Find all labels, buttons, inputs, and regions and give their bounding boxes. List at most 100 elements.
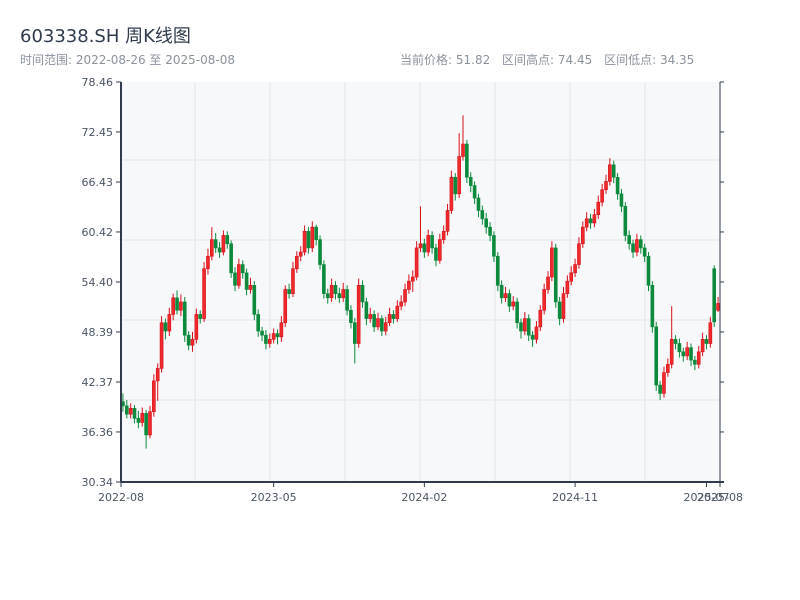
candle-down bbox=[333, 285, 338, 294]
candle-down bbox=[623, 206, 628, 236]
candle-down bbox=[492, 235, 496, 257]
candle-down bbox=[434, 247, 438, 261]
candle-up bbox=[565, 280, 570, 294]
candle-up bbox=[685, 347, 689, 357]
candle-up bbox=[438, 239, 442, 261]
candle-down bbox=[175, 297, 179, 311]
candle-down bbox=[353, 322, 357, 344]
candle-down bbox=[530, 334, 535, 340]
candle-down bbox=[677, 343, 682, 353]
candle-up bbox=[666, 363, 670, 373]
candle-down bbox=[186, 334, 191, 346]
candle-up bbox=[171, 297, 175, 315]
candle-up bbox=[407, 280, 411, 290]
candle-up bbox=[210, 239, 214, 257]
candle-up bbox=[128, 408, 133, 415]
candle-up bbox=[577, 243, 581, 265]
candle-down bbox=[124, 405, 129, 415]
candle-down bbox=[526, 318, 531, 336]
candle-down bbox=[252, 285, 257, 315]
candle-down bbox=[144, 413, 148, 436]
candle-down bbox=[499, 285, 504, 299]
candle-up bbox=[194, 314, 199, 340]
candle-up bbox=[387, 314, 392, 324]
candle-down bbox=[515, 301, 519, 324]
candle-down bbox=[256, 314, 260, 332]
candle-up bbox=[376, 318, 380, 328]
y-tick-label: 72.45 bbox=[82, 126, 114, 139]
candle-down bbox=[287, 289, 291, 294]
candle-up bbox=[449, 176, 454, 211]
candle-up bbox=[190, 339, 195, 346]
candle-up bbox=[708, 322, 713, 344]
candle-up bbox=[662, 372, 666, 394]
candle-up bbox=[635, 239, 639, 253]
candle-down bbox=[507, 293, 512, 307]
candle-down bbox=[360, 285, 365, 303]
candle-up bbox=[356, 285, 361, 344]
candle-up bbox=[716, 303, 720, 311]
candle-down bbox=[240, 264, 245, 274]
candle-down bbox=[638, 239, 643, 249]
candle-down bbox=[372, 314, 376, 328]
candle-up bbox=[542, 289, 546, 311]
candle-up bbox=[700, 339, 705, 353]
candle-down bbox=[229, 243, 233, 274]
candle-up bbox=[283, 289, 288, 324]
candle-up bbox=[221, 235, 226, 253]
candle-down bbox=[689, 347, 693, 361]
candle-down bbox=[163, 322, 168, 332]
candle-up bbox=[418, 243, 423, 249]
candle-up bbox=[140, 413, 145, 423]
candle-up bbox=[310, 226, 315, 249]
y-tick-label: 48.39 bbox=[82, 326, 114, 339]
candle-down bbox=[345, 289, 349, 311]
candle-down bbox=[615, 176, 620, 195]
candle-up bbox=[267, 339, 272, 344]
y-tick-label: 42.37 bbox=[82, 376, 114, 389]
candle-up bbox=[600, 189, 604, 203]
candle-up bbox=[298, 251, 303, 257]
candle-up bbox=[279, 322, 284, 338]
candle-down bbox=[658, 384, 662, 394]
candle-up bbox=[155, 368, 160, 382]
candle-down bbox=[611, 164, 616, 178]
candle-up bbox=[608, 164, 612, 182]
candle-down bbox=[553, 247, 558, 303]
candle-down bbox=[233, 272, 237, 286]
candle-down bbox=[364, 301, 369, 319]
x-tick-label: 2024-02 bbox=[401, 491, 447, 504]
candle-down bbox=[136, 418, 141, 423]
x-tick-label: 2025-08 bbox=[697, 491, 743, 504]
candle-down bbox=[422, 243, 427, 253]
candle-down bbox=[480, 210, 485, 220]
candle-down bbox=[213, 239, 218, 249]
candle-up bbox=[669, 339, 674, 365]
x-tick-label: 2024-11 bbox=[552, 491, 598, 504]
y-tick-label: 66.43 bbox=[82, 176, 114, 189]
candle-down bbox=[673, 339, 678, 344]
candle-up bbox=[592, 214, 597, 224]
candle-down bbox=[391, 314, 396, 319]
candle-up bbox=[202, 268, 206, 319]
candle-down bbox=[619, 193, 624, 207]
candle-down bbox=[465, 143, 469, 178]
candle-up bbox=[410, 276, 415, 282]
candle-up bbox=[596, 201, 601, 215]
candle-up bbox=[426, 235, 431, 253]
candle-down bbox=[646, 255, 651, 286]
candle-up bbox=[148, 411, 152, 436]
candle-up bbox=[457, 156, 461, 195]
candle-up bbox=[368, 314, 373, 319]
candle-down bbox=[380, 318, 384, 332]
candle-down bbox=[627, 235, 631, 245]
candle-up bbox=[329, 285, 334, 299]
candle-down bbox=[260, 330, 264, 336]
candle-up bbox=[573, 264, 577, 274]
candle-up bbox=[696, 351, 701, 365]
candle-up bbox=[604, 181, 608, 191]
candle-up bbox=[581, 226, 585, 245]
candle-up bbox=[291, 268, 295, 294]
x-tick-label: 2022-08 bbox=[98, 491, 144, 504]
candle-up bbox=[546, 276, 550, 290]
